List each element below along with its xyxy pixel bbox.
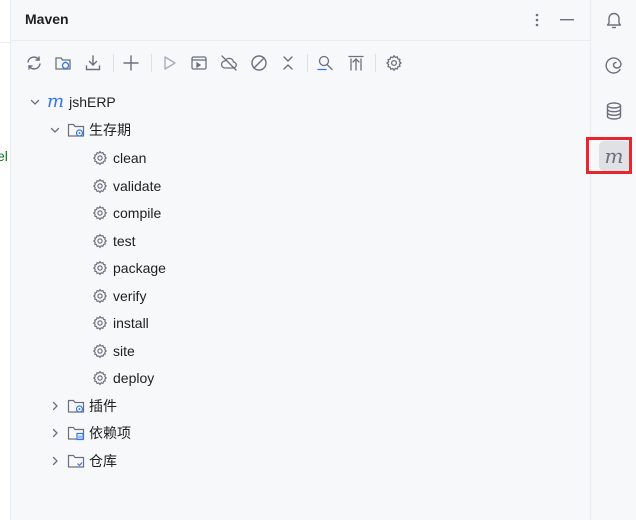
maven-toolbar (11, 48, 590, 78)
lifecycle-goal-test[interactable]: test (91, 229, 136, 253)
gear-icon (91, 314, 109, 332)
goal-label: validate (113, 178, 162, 194)
lifecycle-goal-package[interactable]: package (91, 256, 166, 280)
tree-dependencies-label: 依赖项 (89, 425, 131, 441)
goal-label: deploy (113, 370, 155, 386)
database-icon[interactable] (599, 96, 629, 126)
gear-icon (91, 259, 109, 277)
lifecycle-goal-clean[interactable]: clean (91, 146, 146, 170)
notifications-bell-icon[interactable] (599, 5, 629, 35)
gear-icon (91, 149, 109, 167)
chevron-right-icon[interactable] (47, 453, 63, 469)
gear-icon (91, 232, 109, 250)
editor-partial-text: el (0, 148, 8, 164)
tree-root-label: jshERP (69, 94, 116, 110)
gear-icon (91, 287, 109, 305)
lifecycle-goal-deploy[interactable]: deploy (91, 366, 154, 390)
lifecycle-goal-site[interactable]: site (91, 339, 135, 363)
chevron-down-icon[interactable] (27, 94, 43, 110)
skip-tests-icon[interactable] (247, 51, 271, 75)
gear-icon (91, 204, 109, 222)
gear-icon (91, 177, 109, 195)
tree-plugins[interactable]: 插件 (47, 394, 117, 418)
lifecycle-folder-icon (67, 121, 85, 139)
download-icon[interactable] (81, 51, 105, 75)
reload-icon[interactable] (22, 51, 46, 75)
ai-assistant-spiral-icon[interactable] (599, 50, 629, 80)
dependencies-folder-icon (67, 424, 85, 442)
goal-label: test (113, 233, 136, 249)
goal-label: package (113, 260, 166, 276)
tree-repositories-label: 仓库 (89, 453, 117, 469)
repositories-folder-icon (67, 452, 85, 470)
goal-label: site (113, 343, 135, 359)
goal-label: install (113, 315, 149, 331)
goal-label: compile (113, 205, 162, 221)
chevron-right-icon[interactable] (47, 425, 63, 441)
tree-root-jsherp[interactable]: m jshERP (27, 90, 116, 114)
chevron-down-icon[interactable] (47, 122, 63, 138)
panel-title: Maven (25, 11, 69, 27)
add-icon[interactable] (119, 51, 143, 75)
gear-icon (91, 369, 109, 387)
right-tool-strip: m (590, 0, 636, 520)
run-icon[interactable] (157, 51, 181, 75)
tree-lifecycle[interactable]: 生存期 (47, 118, 131, 142)
lifecycle-goal-validate[interactable]: validate (91, 174, 161, 198)
tree-repositories[interactable]: 仓库 (47, 449, 117, 473)
generate-sources-icon[interactable] (51, 51, 75, 75)
more-options-icon[interactable] (526, 9, 548, 31)
offline-mode-icon[interactable] (217, 51, 241, 75)
maven-tool-window: Maven m jshERP 生存期 clean validate compil… (11, 0, 590, 520)
maven-icon: m (604, 144, 624, 168)
settings-icon[interactable] (382, 51, 406, 75)
maven-logo-icon: m (47, 91, 65, 112)
tree-dependencies[interactable]: 依赖项 (47, 421, 131, 445)
editor-edge: el (0, 0, 11, 520)
maven-tool-button[interactable]: m (599, 141, 629, 171)
show-dependencies-icon[interactable] (344, 51, 368, 75)
analyze-dependencies-icon[interactable] (313, 51, 337, 75)
tree-plugins-label: 插件 (89, 398, 117, 414)
collapse-all-icon[interactable] (276, 51, 300, 75)
run-config-icon[interactable] (187, 51, 211, 75)
tool-window-header: Maven (11, 0, 590, 41)
chevron-right-icon[interactable] (47, 398, 63, 414)
plugins-folder-icon (67, 397, 85, 415)
lifecycle-goal-compile[interactable]: compile (91, 201, 161, 225)
lifecycle-goal-install[interactable]: install (91, 311, 149, 335)
gear-icon (91, 342, 109, 360)
minimize-icon[interactable] (556, 9, 578, 31)
goal-label: clean (113, 150, 147, 166)
lifecycle-goal-verify[interactable]: verify (91, 284, 146, 308)
goal-label: verify (113, 288, 147, 304)
tree-lifecycle-label: 生存期 (89, 122, 131, 138)
